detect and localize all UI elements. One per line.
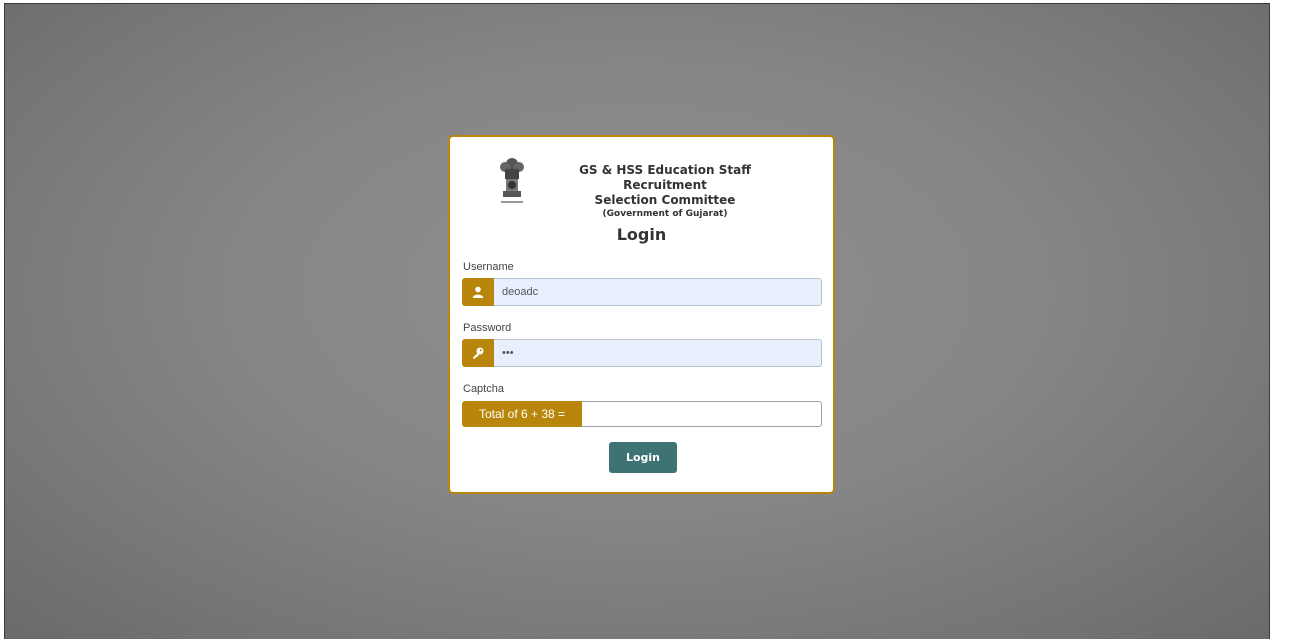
- captcha-input-group: Total of 6 + 38 =: [462, 401, 822, 427]
- password-input[interactable]: [494, 339, 822, 367]
- state-emblem-icon: [497, 155, 527, 211]
- login-button[interactable]: Login: [609, 442, 677, 473]
- page-background: GS & HSS Education Staff Recruitment Sel…: [4, 3, 1270, 639]
- captcha-input[interactable]: [582, 401, 822, 427]
- login-card: GS & HSS Education Staff Recruitment Sel…: [448, 135, 835, 494]
- key-icon: [462, 339, 494, 367]
- captcha-question: Total of 6 + 38 =: [462, 401, 582, 427]
- brand-header: GS & HSS Education Staff Recruitment Sel…: [492, 155, 792, 219]
- user-icon: [462, 278, 494, 306]
- username-input-group: [462, 278, 822, 306]
- password-label: Password: [463, 322, 512, 334]
- organization-title: GS & HSS Education Staff Recruitment Sel…: [540, 163, 790, 220]
- captcha-label: Captcha: [463, 383, 504, 395]
- login-heading: Login: [616, 225, 667, 244]
- org-government: (Government of Gujarat): [602, 209, 728, 219]
- org-name-line1: GS & HSS Education Staff Recruitment: [579, 163, 751, 192]
- username-label: Username: [463, 261, 514, 273]
- username-input[interactable]: [494, 278, 822, 306]
- password-input-group: [462, 339, 822, 367]
- org-name-line2: Selection Committee: [594, 193, 736, 207]
